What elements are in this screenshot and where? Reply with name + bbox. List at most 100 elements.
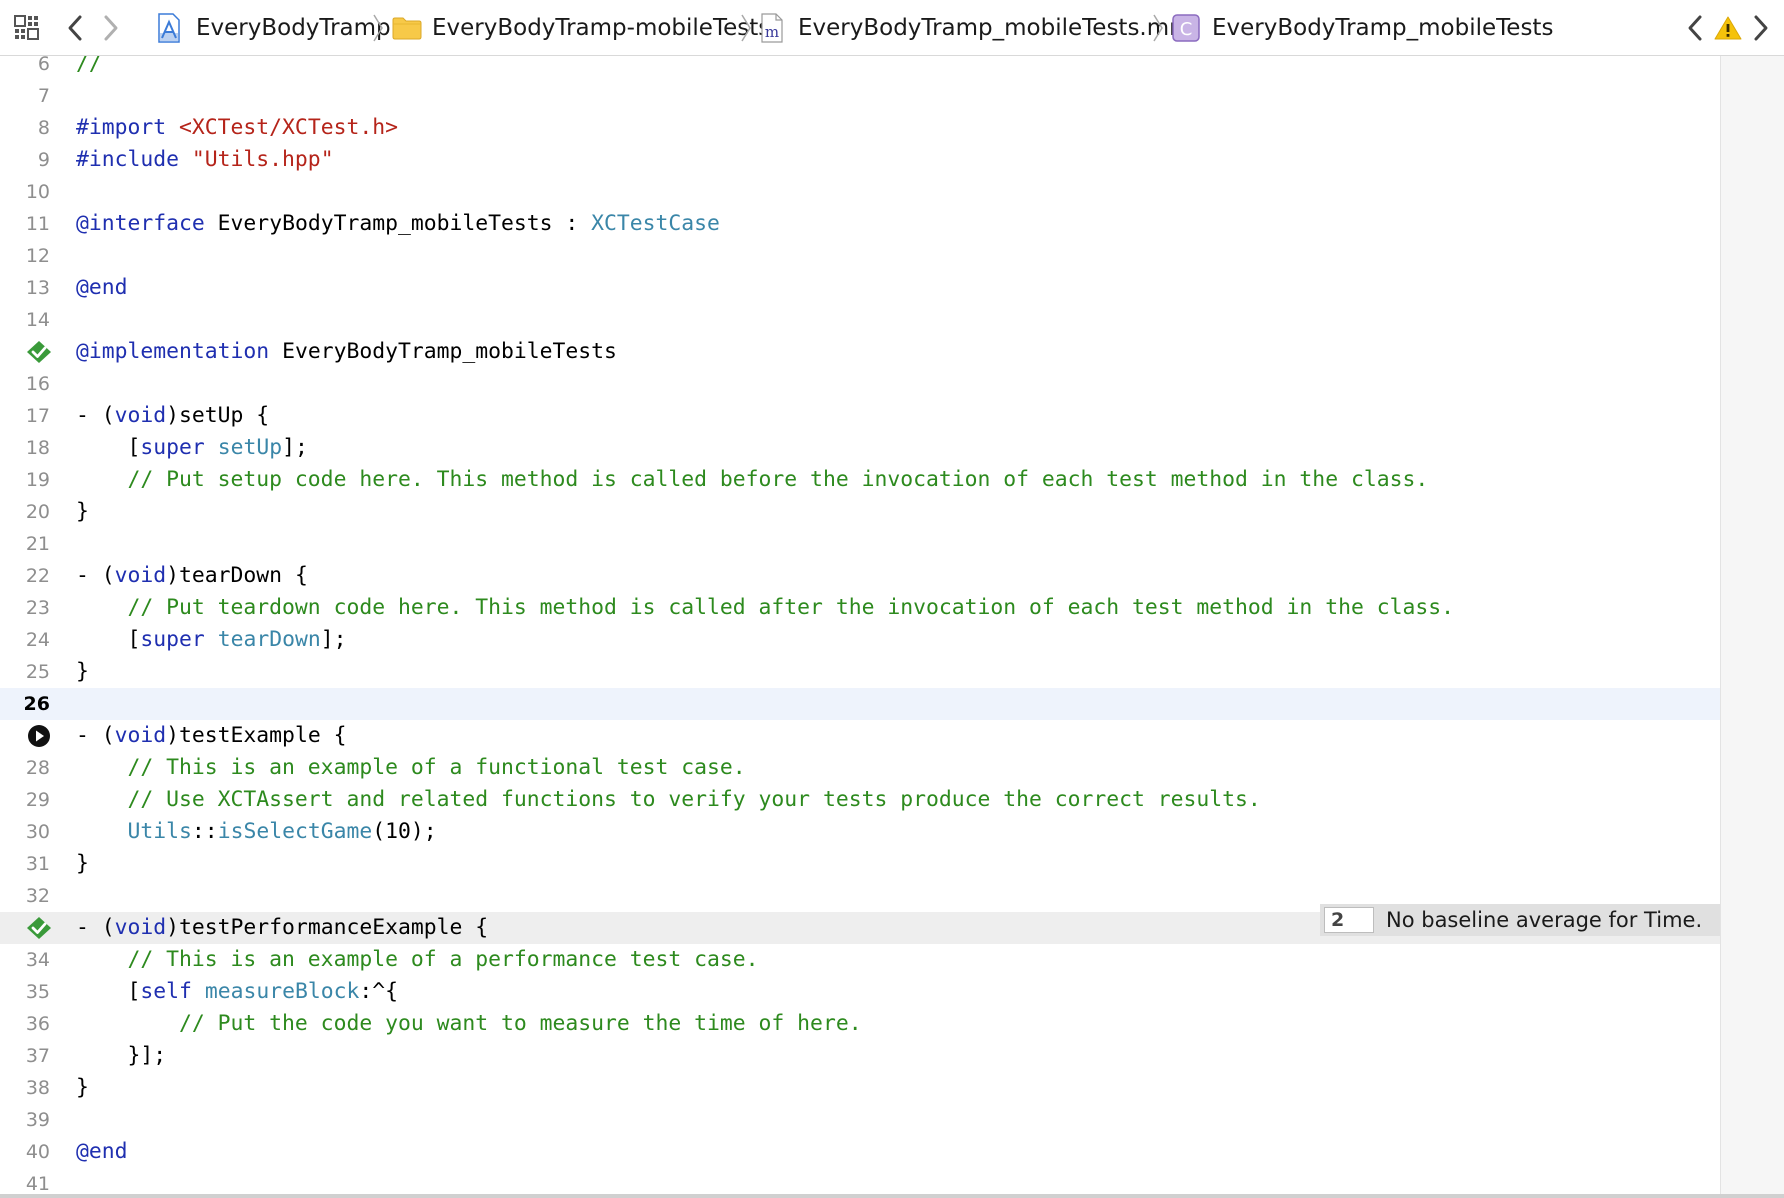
code-line[interactable]: 39: [0, 1104, 1720, 1136]
code-line[interactable]: 6 //: [0, 56, 1720, 80]
code-line[interactable]: 7: [0, 80, 1720, 112]
code-text: @end: [76, 272, 128, 304]
code-token: - (: [76, 563, 115, 588]
chevron-right-icon: [104, 15, 118, 41]
code-line[interactable]: 11 @interface EveryBodyTramp_mobileTests …: [0, 208, 1720, 240]
code-line[interactable]: 41: [0, 1168, 1720, 1194]
code-line[interactable]: 13 @end: [0, 272, 1720, 304]
code-token: // Use XCTAssert and related functions t…: [76, 787, 1261, 812]
code-line[interactable]: 20}: [0, 496, 1720, 528]
code-line[interactable]: 8 #import <XCTest/XCTest.h>: [0, 112, 1720, 144]
warning-icon: [1714, 16, 1742, 40]
code-token: tearDown: [217, 627, 321, 652]
code-token: [: [76, 979, 141, 1004]
forward-button[interactable]: [102, 0, 120, 56]
code-text: [self measureBlock:^{: [76, 976, 399, 1008]
code-token: "Utils.hpp": [191, 147, 334, 172]
code-line[interactable]: 14: [0, 304, 1720, 336]
code-text: @implementation EveryBodyTramp_mobileTes…: [76, 336, 617, 368]
code-token: @end: [76, 1139, 128, 1164]
line-number: 38: [25, 1077, 50, 1099]
line-number: 16: [25, 373, 50, 395]
code-text: [super tearDown];: [76, 624, 347, 656]
code-token: isSelectGame: [217, 819, 373, 844]
code-text: }: [76, 496, 89, 528]
code-text: Utils::isSelectGame(10);: [76, 816, 437, 848]
test-passed-icon[interactable]: [26, 340, 52, 364]
code-line[interactable]: 38}: [0, 1072, 1720, 1104]
previous-issue-button[interactable]: [1686, 0, 1704, 56]
editor-bottom-border: [0, 1194, 1784, 1198]
code-line[interactable]: 19 // Put setup code here. This method i…: [0, 464, 1720, 496]
code-line[interactable]: 9 #include "Utils.hpp": [0, 144, 1720, 176]
line-number: 14: [25, 309, 50, 331]
code-text: // Put teardown code here. This method i…: [76, 592, 1454, 624]
code-text: @end: [76, 1136, 128, 1168]
code-line[interactable]: 18 [super setUp];: [0, 432, 1720, 464]
line-number: 17: [25, 405, 50, 427]
code-token: EveryBodyTramp_mobileTests :: [204, 211, 592, 236]
code-token: }: [76, 659, 89, 684]
breadcrumb-file[interactable]: m EveryBodyTramp_mobileTests.mm: [760, 0, 1192, 56]
next-issue-button[interactable]: [1752, 0, 1770, 56]
code-line[interactable]: @implementation EveryBodyTramp_mobileTes…: [0, 336, 1720, 368]
code-line[interactable]: 31}: [0, 848, 1720, 880]
code-line[interactable]: 25}: [0, 656, 1720, 688]
code-text: // Use XCTAssert and related functions t…: [76, 784, 1261, 816]
code-line[interactable]: 21: [0, 528, 1720, 560]
code-line[interactable]: 29 // Use XCTAssert and related function…: [0, 784, 1720, 816]
code-line[interactable]: 16: [0, 368, 1720, 400]
code-text: //: [76, 56, 102, 80]
line-number: 31: [25, 853, 50, 875]
code-token: <XCTest/XCTest.h>: [179, 115, 398, 140]
line-number: 35: [25, 981, 50, 1003]
code-line[interactable]: 12: [0, 240, 1720, 272]
warning-indicator[interactable]: [1714, 0, 1742, 56]
run-test-icon[interactable]: [26, 724, 52, 748]
code-token: void: [114, 403, 167, 428]
breadcrumb-class[interactable]: C EveryBodyTramp_mobileTests: [1172, 0, 1553, 56]
code-line[interactable]: 40 @end: [0, 1136, 1720, 1168]
objc-file-icon: m: [761, 13, 783, 43]
code-line[interactable]: 22 - (void)tearDown {: [0, 560, 1720, 592]
code-text: - (void)testPerformanceExample {: [76, 912, 488, 944]
code-line[interactable]: 23 // Put teardown code here. This metho…: [0, 592, 1720, 624]
related-items-icon[interactable]: [14, 0, 40, 56]
chevron-left-icon: [1688, 15, 1702, 41]
code-line[interactable]: 36 // Put the code you want to measure t…: [0, 1008, 1720, 1040]
line-number: 21: [25, 533, 50, 555]
code-line[interactable]: 30 Utils::isSelectGame(10);: [0, 816, 1720, 848]
code-token: XCTestCase: [591, 211, 720, 236]
code-line[interactable]: 17 - (void)setUp {: [0, 400, 1720, 432]
test-passed-icon[interactable]: [26, 916, 52, 940]
breadcrumb-label: EveryBodyTramp_mobileTests: [1212, 15, 1554, 41]
code-line[interactable]: 10: [0, 176, 1720, 208]
performance-result-badge[interactable]: 2 No baseline average for Time.: [1320, 904, 1720, 936]
code-token: - (: [76, 723, 115, 748]
code-line[interactable]: 37 }];: [0, 1040, 1720, 1072]
performance-run-count: 2: [1324, 907, 1374, 933]
chevron-left-icon: [68, 15, 82, 41]
back-button[interactable]: [66, 0, 84, 56]
code-line[interactable]: - (void)testExample {: [0, 720, 1720, 752]
line-number: 6: [37, 56, 50, 75]
code-text: - (void)testExample {: [76, 720, 346, 752]
code-token: :^{: [359, 979, 398, 1004]
code-text: #include "Utils.hpp": [76, 144, 334, 176]
editor-minimap[interactable]: [1720, 56, 1784, 1194]
code-text: // This is an example of a performance t…: [76, 944, 759, 976]
breadcrumb-label: EveryBodyTramp-mobileTests: [432, 15, 771, 41]
code-text: @interface EveryBodyTramp_mobileTests : …: [76, 208, 720, 240]
chevron-right-icon: [1754, 15, 1768, 41]
code-line[interactable]: 24 [super tearDown];: [0, 624, 1720, 656]
code-line[interactable]: 26: [0, 688, 1720, 720]
code-text: - (void)tearDown {: [76, 560, 308, 592]
code-token: // Put setup code here. This method is c…: [76, 467, 1429, 492]
breadcrumb-group[interactable]: EveryBodyTramp-mobileTests: [392, 0, 770, 56]
code-line[interactable]: 28 // This is an example of a functional…: [0, 752, 1720, 784]
code-line[interactable]: 35 [self measureBlock:^{: [0, 976, 1720, 1008]
source-editor[interactable]: 6 // 7 8 #import <XCTest/XCTest.h> 9 #include …: [0, 56, 1784, 1194]
code-line[interactable]: 34 // This is an example of a performanc…: [0, 944, 1720, 976]
breadcrumb-project[interactable]: EveryBodyTramp: [156, 0, 391, 56]
